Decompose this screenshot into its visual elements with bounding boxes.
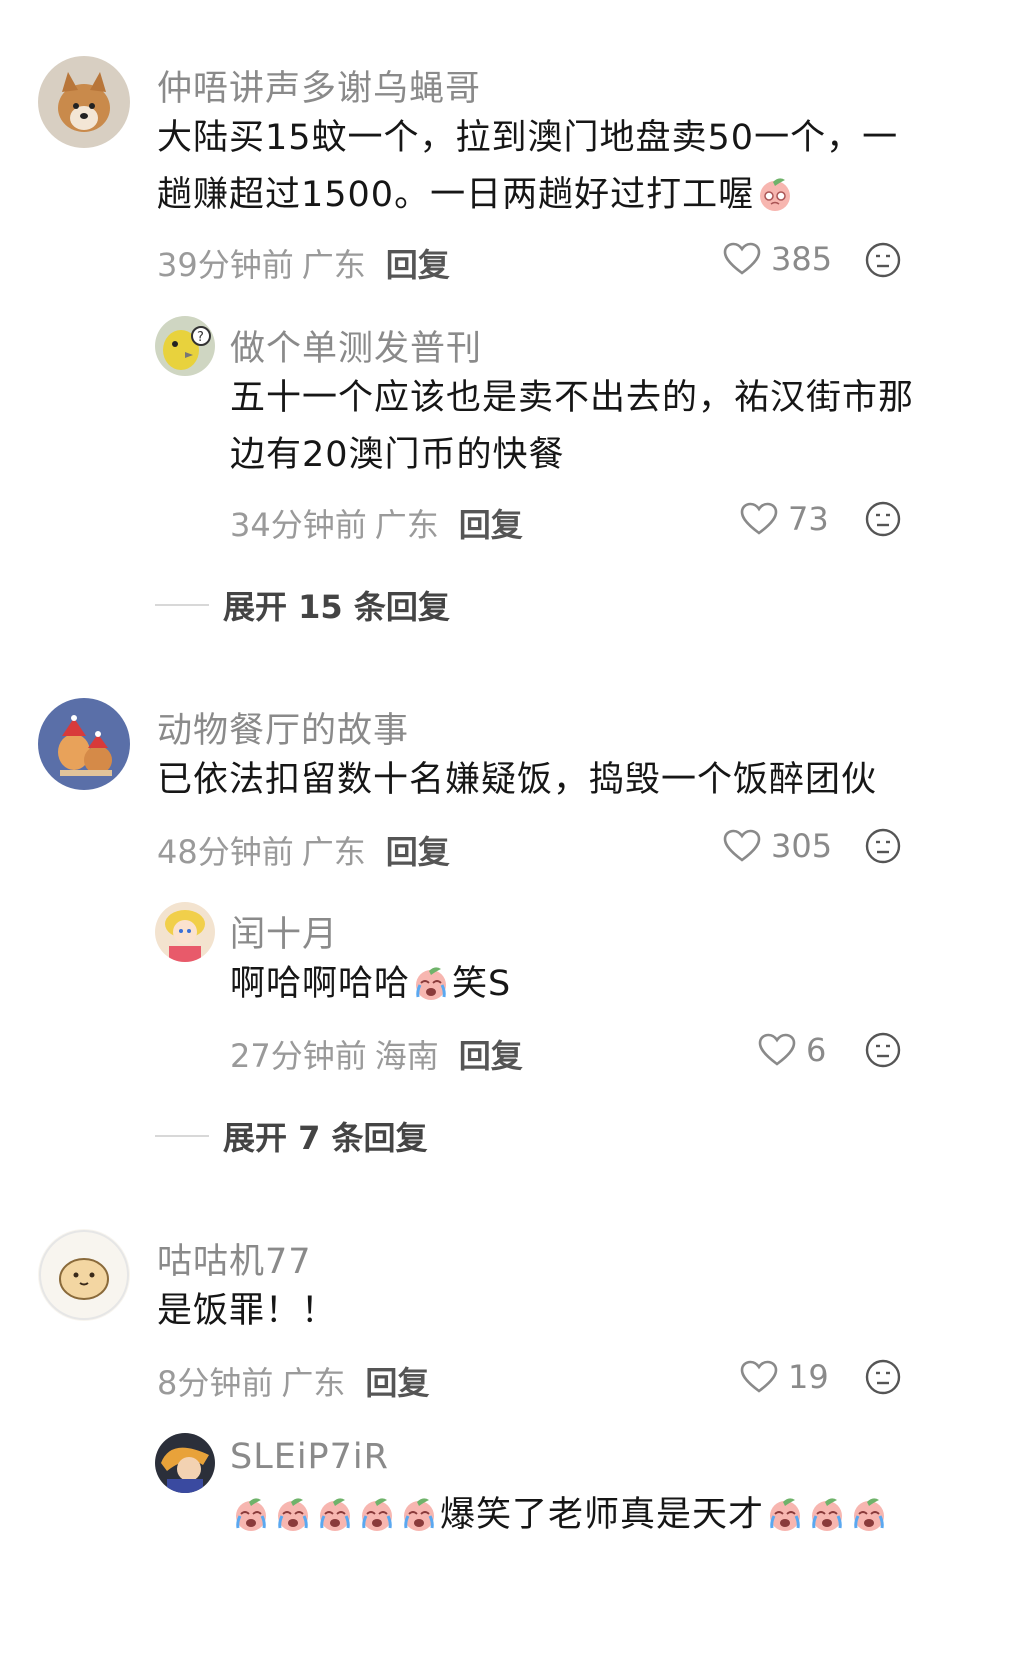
comment-time: 8分钟前 xyxy=(157,1364,274,1402)
comment-time: 34分钟前 xyxy=(230,506,367,544)
crying-laugh-sticker-icon xyxy=(236,1498,266,1531)
crying-laugh-sticker-icon xyxy=(416,967,447,1000)
divider xyxy=(155,1135,209,1137)
scroll-fade xyxy=(0,1630,1016,1669)
like-count: 73 xyxy=(788,500,829,538)
crying-laugh-sticker-icon xyxy=(278,1498,308,1531)
emoji-reaction-icon[interactable] xyxy=(864,241,902,279)
comment-meta: 39分钟前 广东 回复 xyxy=(157,240,450,286)
heart-icon xyxy=(758,1033,796,1066)
avatar[interactable] xyxy=(38,56,130,148)
comment-meta: 34分钟前 广东 回复 xyxy=(230,500,523,546)
heart-icon xyxy=(723,829,761,862)
emoji-reaction-icon[interactable] xyxy=(864,1358,902,1396)
avatar[interactable] xyxy=(38,698,130,790)
like-button[interactable]: 385 xyxy=(723,240,832,278)
peach-sticker-icon xyxy=(760,178,791,211)
comment-author[interactable]: 仲唔讲声多谢乌蝇哥 xyxy=(157,60,481,111)
comment-author[interactable]: 动物餐厅的故事 xyxy=(157,702,409,753)
comment-author[interactable]: 做个单测发普刊 xyxy=(230,320,482,371)
comment-location: 广东 xyxy=(301,246,366,284)
emoji-reaction-icon[interactable] xyxy=(864,1031,902,1069)
like-button[interactable]: 73 xyxy=(740,500,829,538)
reply-button[interactable]: 回复 xyxy=(365,1364,429,1402)
like-count: 305 xyxy=(771,827,833,865)
comment-location: 广东 xyxy=(374,506,439,544)
reply-button[interactable]: 回复 xyxy=(386,833,450,871)
like-count: 385 xyxy=(771,240,833,278)
reply-button[interactable]: 回复 xyxy=(386,246,450,284)
emoji-reaction-icon[interactable] xyxy=(864,827,902,865)
avatar[interactable]: ? xyxy=(155,316,215,376)
comment-time: 48分钟前 xyxy=(157,833,294,871)
crying-laugh-sticker-icon xyxy=(362,1498,392,1531)
expand-replies-button[interactable]: 展开 7 条回复 xyxy=(155,1113,428,1159)
crying-laugh-sticker-icon xyxy=(320,1498,350,1531)
heart-icon xyxy=(740,1360,778,1393)
like-count: 6 xyxy=(806,1031,827,1069)
comment-text: 已依法扣留数十名嫌疑饭，捣毁一个饭醉团伙 xyxy=(157,760,878,800)
like-button[interactable]: 305 xyxy=(723,827,832,865)
like-count: 19 xyxy=(788,1358,829,1396)
comment-meta: 48分钟前 广东 回复 xyxy=(157,827,450,873)
reply-button[interactable]: 回复 xyxy=(459,1037,523,1075)
comment-author[interactable]: 闰十月 xyxy=(230,906,338,957)
comment-location: 广东 xyxy=(281,1364,346,1402)
crying-laugh-sticker-icon xyxy=(854,1498,885,1531)
avatar[interactable] xyxy=(155,1433,215,1493)
comment-time: 39分钟前 xyxy=(157,246,294,284)
comment-author[interactable]: SLEiP7iR xyxy=(230,1437,389,1477)
comment-location: 海南 xyxy=(374,1037,439,1075)
crying-laugh-sticker-icon xyxy=(404,1498,434,1531)
expand-replies-button[interactable]: 展开 15 条回复 xyxy=(155,582,450,628)
comment-author[interactable]: 咕咕机77 xyxy=(157,1233,312,1284)
avatar[interactable] xyxy=(38,1229,130,1321)
svg-text:?: ? xyxy=(197,330,204,345)
comment-text: 是饭罪！！ xyxy=(157,1291,338,1331)
crying-laugh-sticker-icon xyxy=(812,1498,843,1531)
comment-meta: 27分钟前 海南 回复 xyxy=(230,1031,523,1077)
emoji-reaction-icon[interactable] xyxy=(864,500,902,538)
like-button[interactable]: 19 xyxy=(740,1358,829,1396)
comment-text: 啊哈啊哈哈 笑S xyxy=(230,964,512,1004)
like-button[interactable]: 6 xyxy=(758,1031,826,1069)
comment-text: 爆笑了老师真是天才 xyxy=(230,1487,950,1544)
comment-meta: 8分钟前 广东 回复 xyxy=(157,1358,429,1404)
heart-icon xyxy=(740,502,778,535)
heart-icon xyxy=(723,242,761,275)
comment-text: 五十一个应该也是卖不出去的，祐汉街市那边有20澳门币的快餐 xyxy=(230,378,915,475)
comment-time: 27分钟前 xyxy=(230,1037,367,1075)
comment-text: 大陆买15蚊一个，拉到澳门地盘卖50一个，一趟赚超过1500。一日两趟好过打工喔 xyxy=(157,118,899,215)
crying-laugh-sticker-icon xyxy=(770,1498,801,1531)
comment-location: 广东 xyxy=(301,833,366,871)
divider xyxy=(155,604,209,606)
avatar[interactable] xyxy=(155,902,215,962)
reply-button[interactable]: 回复 xyxy=(459,506,523,544)
